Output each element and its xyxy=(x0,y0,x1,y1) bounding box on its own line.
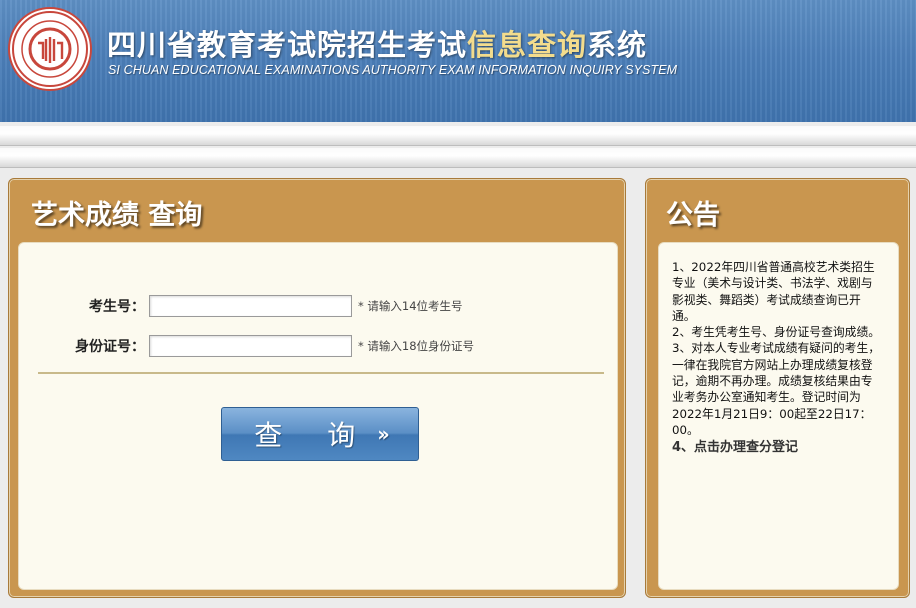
candidate-number-input[interactable] xyxy=(149,295,352,317)
id-number-hint: * 请输入18位身份证号 xyxy=(358,339,475,353)
candidate-number-row: 考生号： * 请输入14位考生号 xyxy=(19,295,463,317)
double-chevron-right-icon: ›› xyxy=(377,422,390,446)
form-divider xyxy=(38,372,604,374)
site-title-part2: 系统 xyxy=(587,28,648,62)
site-title-highlight: 信息查询 xyxy=(467,28,588,62)
notice-item: 1、2022年四川省普通高校艺术类招生专业（美术与设计类、书法学、戏剧与影视类、… xyxy=(672,260,875,323)
divider-band-top xyxy=(0,126,916,146)
query-form: 考生号： * 请输入14位考生号 身份证号： * 请输入18位身份证号 查 询 ›… xyxy=(18,242,618,590)
id-number-label: 身份证号： xyxy=(75,339,145,355)
notice-panel-title: 公告 xyxy=(666,200,720,231)
site-subtitle: SI CHUAN EDUCATIONAL EXAMINATIONS AUTHOR… xyxy=(108,63,678,77)
site-title-part1: 四川省教育考试院招生考试 xyxy=(107,28,468,62)
id-number-row: 身份证号： * 请输入18位身份证号 xyxy=(19,335,474,357)
query-panel: 艺术成绩 查询 考生号： * 请输入14位考生号 身份证号： * 请输入18位身… xyxy=(8,178,626,598)
score-review-link[interactable]: 4、点击办理查分登记 xyxy=(672,438,882,458)
candidate-number-hint: * 请输入14位考生号 xyxy=(358,299,463,313)
divider-band-bottom xyxy=(0,148,916,168)
notice-item: 2、考生凭考生号、身份证号查询成绩。 xyxy=(672,325,881,340)
id-number-input[interactable] xyxy=(149,335,352,357)
candidate-number-label: 考生号： xyxy=(89,299,145,315)
site-title: 四川省教育考试院招生考试信息查询系统 xyxy=(107,22,647,64)
query-panel-title: 艺术成绩 查询 xyxy=(31,200,203,231)
site-header: 四川省教育考试院招生考试信息查询系统 SI CHUAN EDUCATIONAL … xyxy=(0,0,916,122)
query-button[interactable]: 查 询 ›› xyxy=(221,407,419,461)
notice-item: 3、对本人专业考试成绩有疑问的考生，一律在我院官方网站上办理成绩复核登记，逾期不… xyxy=(672,341,881,437)
notice-list: 1、2022年四川省普通高校艺术类招生专业（美术与设计类、书法学、戏剧与影视类、… xyxy=(672,259,882,458)
seal-logo-icon xyxy=(8,7,92,91)
notice-body: 1、2022年四川省普通高校艺术类招生专业（美术与设计类、书法学、戏剧与影视类、… xyxy=(658,242,899,590)
query-button-label: 查 询 xyxy=(254,419,374,452)
notice-panel: 公告 1、2022年四川省普通高校艺术类招生专业（美术与设计类、书法学、戏剧与影… xyxy=(645,178,910,598)
